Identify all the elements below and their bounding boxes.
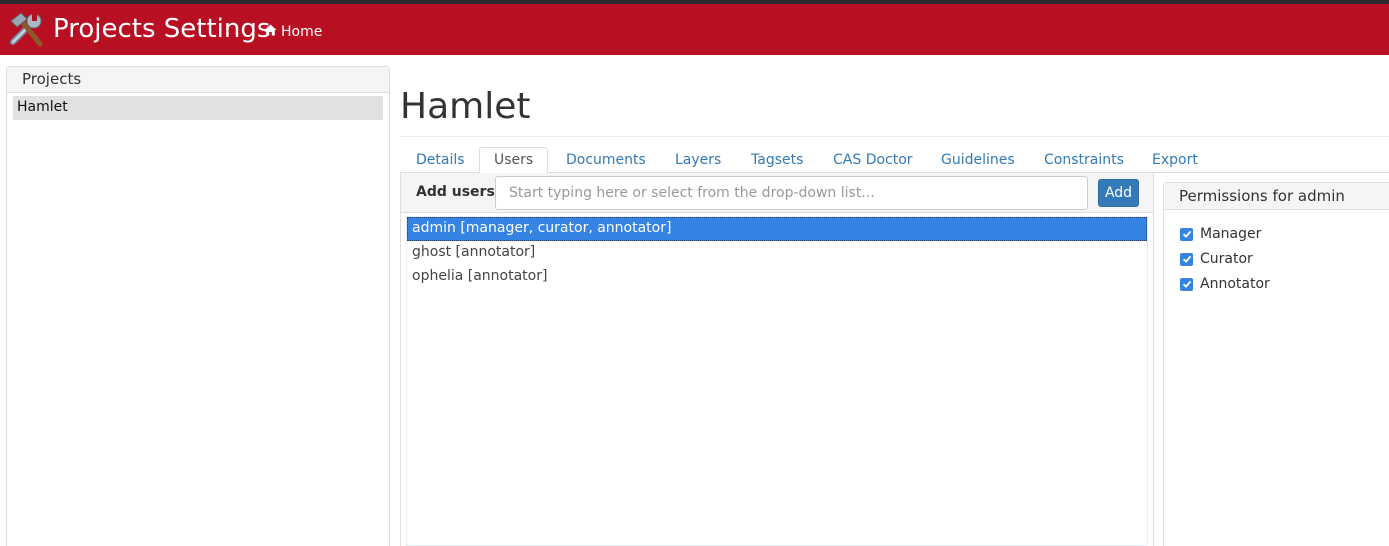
curator-label: Curator: [1200, 251, 1253, 267]
manager-checkbox[interactable]: [1180, 227, 1193, 241]
home-link[interactable]: Home: [264, 24, 322, 40]
add-users-label: Add users: [416, 184, 495, 200]
tools-icon: [7, 11, 47, 51]
permissions-heading: Permissions for admin: [1164, 183, 1389, 210]
projects-panel: Projects Hamlet: [6, 66, 390, 546]
tab-details[interactable]: Details: [416, 147, 465, 173]
user-list[interactable]: admin [manager, curator, annotator] ghos…: [406, 216, 1148, 546]
users-panel: Add users Add admin [manager, curator, a…: [400, 173, 1154, 546]
page-title: Hamlet: [400, 86, 531, 127]
tab-tagsets[interactable]: Tagsets: [751, 147, 803, 173]
permission-annotator[interactable]: Annotator: [1180, 276, 1270, 292]
annotator-label: Annotator: [1200, 276, 1270, 292]
add-user-button[interactable]: Add: [1098, 179, 1139, 207]
settings-tabs: Details Users Documents Layers Tagsets C…: [400, 147, 1389, 174]
list-item[interactable]: ophelia [annotator]: [407, 265, 1147, 289]
projects-panel-heading: Projects: [7, 67, 389, 93]
home-icon: [264, 24, 277, 40]
permission-curator[interactable]: Curator: [1180, 251, 1253, 267]
home-link-label: Home: [281, 24, 323, 40]
top-navbar: Projects Settings Home: [0, 0, 1389, 55]
tab-cas-doctor[interactable]: CAS Doctor: [833, 147, 913, 173]
tab-users[interactable]: Users: [479, 147, 549, 174]
manager-label: Manager: [1200, 226, 1262, 242]
add-users-input[interactable]: [495, 176, 1088, 210]
curator-checkbox[interactable]: [1180, 252, 1193, 266]
app-title: Projects Settings: [53, 14, 271, 44]
permission-manager[interactable]: Manager: [1180, 226, 1261, 242]
permissions-panel: Permissions for admin Manager Curator An…: [1163, 182, 1389, 546]
annotator-checkbox[interactable]: [1180, 277, 1193, 291]
title-divider: [400, 136, 1389, 137]
project-item-hamlet[interactable]: Hamlet: [13, 96, 383, 120]
list-item[interactable]: admin [manager, curator, annotator]: [407, 217, 1147, 241]
tab-layers[interactable]: Layers: [675, 147, 721, 173]
tab-documents[interactable]: Documents: [566, 147, 646, 173]
tab-guidelines[interactable]: Guidelines: [941, 147, 1015, 173]
list-item[interactable]: ghost [annotator]: [407, 241, 1147, 265]
tab-constraints[interactable]: Constraints: [1044, 147, 1124, 173]
tab-export[interactable]: Export: [1152, 147, 1198, 173]
add-users-bar: Add users Add: [401, 173, 1153, 213]
